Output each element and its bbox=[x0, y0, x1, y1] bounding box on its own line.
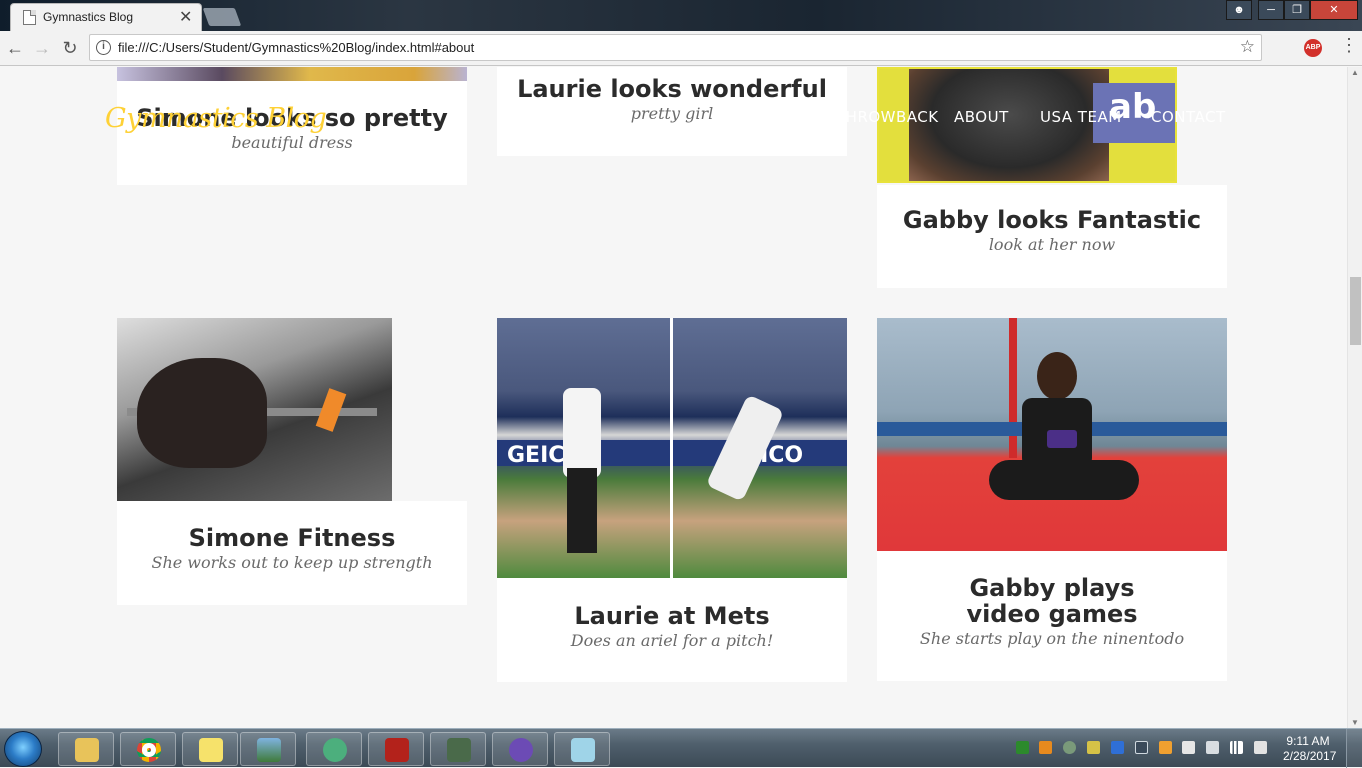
post-title[interactable]: Simone Fitness bbox=[117, 525, 467, 551]
window-title-bar: Gymnastics Blog ✕ ☻ ─ ❐ ✕ bbox=[0, 0, 1362, 31]
post-subtitle: Does an ariel for a pitch! bbox=[570, 631, 774, 650]
post-card[interactable]: Simone Fitness She works out to keep up … bbox=[117, 501, 467, 605]
tray-lock-icon[interactable] bbox=[1159, 741, 1172, 754]
taskbar-chrome[interactable] bbox=[120, 732, 176, 766]
post-image[interactable]: GEICO GEICO bbox=[497, 318, 847, 578]
new-tab-button[interactable] bbox=[202, 8, 242, 26]
browser-toolbar: ← → ↻ i file:///C:/Users/Student/Gymnast… bbox=[0, 31, 1362, 66]
post-subtitle: beautiful dress bbox=[231, 133, 353, 152]
taskbar-photo-viewer[interactable] bbox=[240, 732, 296, 766]
tab-close-icon[interactable]: ✕ bbox=[179, 7, 192, 27]
tray-green-icon[interactable] bbox=[1016, 741, 1029, 754]
nav-link-about[interactable]: ABOUT bbox=[954, 108, 1009, 126]
back-arrow-icon[interactable]: ← bbox=[3, 36, 27, 60]
taskbar-explorer[interactable] bbox=[58, 732, 114, 766]
reload-icon[interactable]: ↻ bbox=[58, 36, 82, 60]
bluetooth-icon[interactable] bbox=[1111, 741, 1124, 754]
post-title[interactable]: Laurie at Mets bbox=[497, 603, 847, 629]
volume-icon[interactable] bbox=[1206, 741, 1219, 754]
address-bar[interactable]: i file:///C:/Users/Student/Gymnastics%20… bbox=[89, 34, 1262, 61]
tray-yellow-icon[interactable] bbox=[1087, 741, 1100, 754]
post-title[interactable]: Laurie looks wonderful bbox=[497, 76, 847, 102]
maximize-button[interactable]: ❐ bbox=[1284, 0, 1310, 20]
user-profile-icon[interactable]: ☻ bbox=[1226, 0, 1252, 20]
post-subtitle: look at her now bbox=[988, 235, 1116, 254]
acrobat-icon bbox=[385, 738, 409, 762]
forward-arrow-icon[interactable]: → bbox=[30, 36, 54, 60]
post-title[interactable]: Gabby plays video games bbox=[877, 575, 1227, 627]
photo-viewer-icon bbox=[257, 738, 281, 762]
system-clock[interactable]: 9:11 AM 2/28/2017 bbox=[1283, 734, 1337, 764]
info-icon[interactable]: i bbox=[96, 40, 111, 55]
post-image[interactable] bbox=[117, 67, 467, 81]
nav-link-usa-team[interactable]: USA TEAM bbox=[1040, 108, 1122, 126]
menu-kebab-icon[interactable]: ⋮ bbox=[1340, 35, 1358, 56]
start-button[interactable] bbox=[4, 731, 42, 767]
site-brand-logo[interactable]: Gymnastics Blog bbox=[105, 103, 327, 134]
taskbar-sticky-notes[interactable] bbox=[182, 732, 238, 766]
browser-tab[interactable]: Gymnastics Blog ✕ bbox=[10, 3, 202, 31]
scroll-thumb[interactable] bbox=[1350, 277, 1361, 345]
show-desktop-button[interactable] bbox=[1346, 729, 1362, 768]
post-subtitle: She works out to keep up strength bbox=[151, 553, 433, 572]
taskbar-atom[interactable] bbox=[306, 732, 362, 766]
url-text[interactable]: file:///C:/Users/Student/Gymnastics%20Bl… bbox=[118, 40, 474, 55]
monitor-icon bbox=[447, 738, 471, 762]
page-scrollbar[interactable]: ▲ ▼ bbox=[1347, 67, 1362, 728]
post-image[interactable] bbox=[117, 318, 392, 501]
page-viewport: Simone looks so pretty beautiful dress L… bbox=[0, 67, 1347, 728]
post-title[interactable]: Gabby looks Fantastic bbox=[877, 207, 1227, 233]
tray-globe-icon[interactable] bbox=[1063, 741, 1076, 754]
taskbar-notepad[interactable] bbox=[554, 732, 610, 766]
adblock-icon[interactable]: ABP bbox=[1304, 39, 1322, 57]
close-window-button[interactable]: ✕ bbox=[1310, 0, 1358, 20]
network-icon[interactable] bbox=[1230, 741, 1243, 754]
atom-icon bbox=[323, 738, 347, 762]
post-image[interactable] bbox=[877, 318, 1227, 551]
post-card[interactable]: Gabby looks Fantastic look at her now bbox=[877, 185, 1227, 288]
minimize-button[interactable]: ─ bbox=[1258, 0, 1284, 20]
taskbar-monitor[interactable] bbox=[430, 732, 486, 766]
taskbar-cat-app[interactable] bbox=[492, 732, 548, 766]
chrome-icon bbox=[137, 738, 161, 762]
page-icon bbox=[23, 10, 36, 25]
power-icon[interactable] bbox=[1254, 741, 1267, 754]
cat-icon bbox=[509, 738, 533, 762]
clock-time: 9:11 AM bbox=[1286, 734, 1330, 748]
sticky-notes-icon bbox=[199, 738, 223, 762]
post-card[interactable]: Laurie looks wonderful pretty girl bbox=[497, 67, 847, 156]
scroll-down-icon[interactable]: ▼ bbox=[1351, 718, 1359, 727]
windows-taskbar: 9:11 AM 2/28/2017 bbox=[0, 728, 1362, 768]
nav-link-throwback[interactable]: THROWBACK bbox=[836, 108, 939, 126]
tray-device-icon[interactable] bbox=[1182, 741, 1195, 754]
post-card[interactable]: Laurie at Mets Does an ariel for a pitch… bbox=[497, 578, 847, 682]
post-subtitle: pretty girl bbox=[630, 104, 714, 123]
folder-icon bbox=[75, 738, 99, 762]
tray-orange-icon[interactable] bbox=[1039, 741, 1052, 754]
scroll-up-icon[interactable]: ▲ bbox=[1351, 68, 1359, 77]
post-subtitle: She starts play on the ninentodo bbox=[919, 629, 1185, 648]
notepad-icon bbox=[571, 738, 595, 762]
tab-title: Gymnastics Blog bbox=[43, 10, 134, 24]
post-card[interactable]: Gabby plays video games She starts play … bbox=[877, 551, 1227, 681]
taskbar-acrobat[interactable] bbox=[368, 732, 424, 766]
bookmark-star-icon[interactable]: ☆ bbox=[1240, 37, 1255, 57]
tray-monitor-icon[interactable] bbox=[1135, 741, 1148, 754]
nav-link-contact[interactable]: CONTACT bbox=[1151, 108, 1226, 126]
clock-date: 2/28/2017 bbox=[1283, 749, 1337, 763]
